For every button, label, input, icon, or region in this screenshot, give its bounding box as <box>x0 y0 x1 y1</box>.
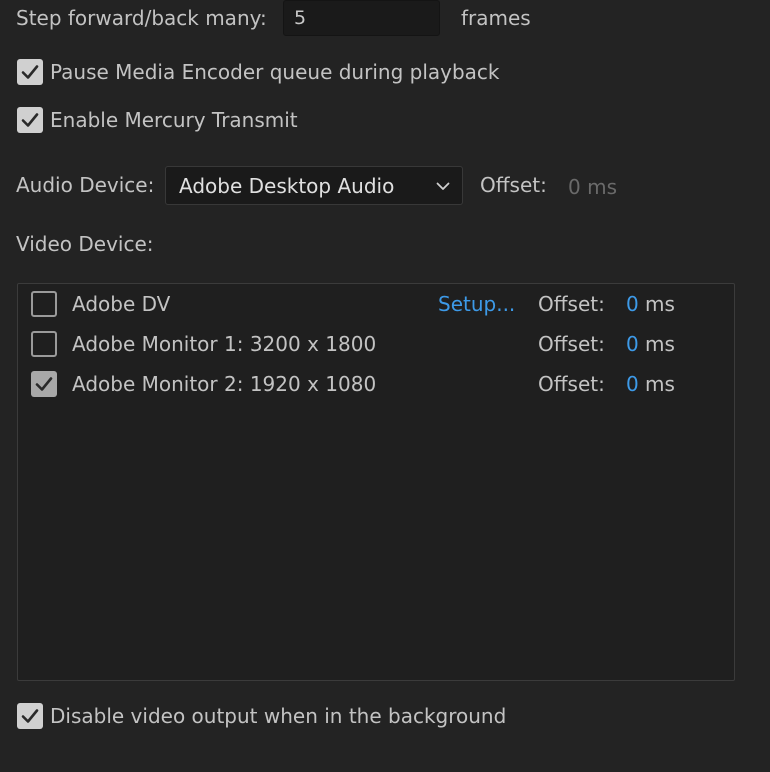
checkmark-icon <box>21 709 39 723</box>
mercury-transmit-label: Enable Mercury Transmit <box>50 108 298 132</box>
device-offset-label: Offset: <box>538 292 605 316</box>
checkmark-icon <box>35 377 53 391</box>
device-offset-unit: ms <box>645 292 675 316</box>
device-offset-value[interactable]: 0 <box>626 294 639 314</box>
device-checkbox-monitor-1[interactable] <box>31 331 57 357</box>
device-checkbox-adobe-dv[interactable] <box>31 291 57 317</box>
device-offset-label: Offset: <box>538 332 605 356</box>
audio-device-dropdown[interactable]: Adobe Desktop Audio <box>165 166 463 205</box>
device-checkbox-monitor-2[interactable] <box>31 371 57 397</box>
step-unit-label: frames <box>461 6 531 30</box>
chevron-down-icon <box>436 182 450 190</box>
checkmark-icon <box>21 65 39 79</box>
checkmark-icon <box>21 113 39 127</box>
audio-offset-label: Offset: <box>480 173 547 197</box>
pause-encoder-option[interactable]: Pause Media Encoder queue during playbac… <box>17 59 500 85</box>
disable-background-option[interactable]: Disable video output when in the backgro… <box>17 703 506 729</box>
audio-device-label: Audio Device: <box>16 173 155 197</box>
audio-offset-value: 0 ms <box>568 175 617 199</box>
device-offset-value[interactable]: 0 <box>626 334 639 354</box>
mercury-transmit-checkbox[interactable] <box>17 107 43 133</box>
device-offset-unit: ms <box>645 372 675 396</box>
device-setup-link[interactable]: Setup... <box>438 294 515 314</box>
disable-background-label: Disable video output when in the backgro… <box>50 704 507 728</box>
device-name-adobe-dv: Adobe DV <box>72 292 171 316</box>
step-frames-input[interactable] <box>283 0 440 36</box>
audio-device-selected: Adobe Desktop Audio <box>179 173 395 198</box>
device-offset-unit: ms <box>645 332 675 356</box>
device-name-monitor-2: Adobe Monitor 2: 1920 x 1080 <box>72 372 377 396</box>
step-label: Step forward/back many: <box>16 6 267 30</box>
pause-encoder-label: Pause Media Encoder queue during playbac… <box>50 60 500 84</box>
disable-background-checkbox[interactable] <box>17 703 43 729</box>
device-name-monitor-1: Adobe Monitor 1: 3200 x 1800 <box>72 332 377 356</box>
device-offset-label: Offset: <box>538 372 605 396</box>
video-device-label: Video Device: <box>16 232 154 256</box>
pause-encoder-checkbox[interactable] <box>17 59 43 85</box>
mercury-transmit-option[interactable]: Enable Mercury Transmit <box>17 107 298 133</box>
device-offset-value[interactable]: 0 <box>626 374 639 394</box>
